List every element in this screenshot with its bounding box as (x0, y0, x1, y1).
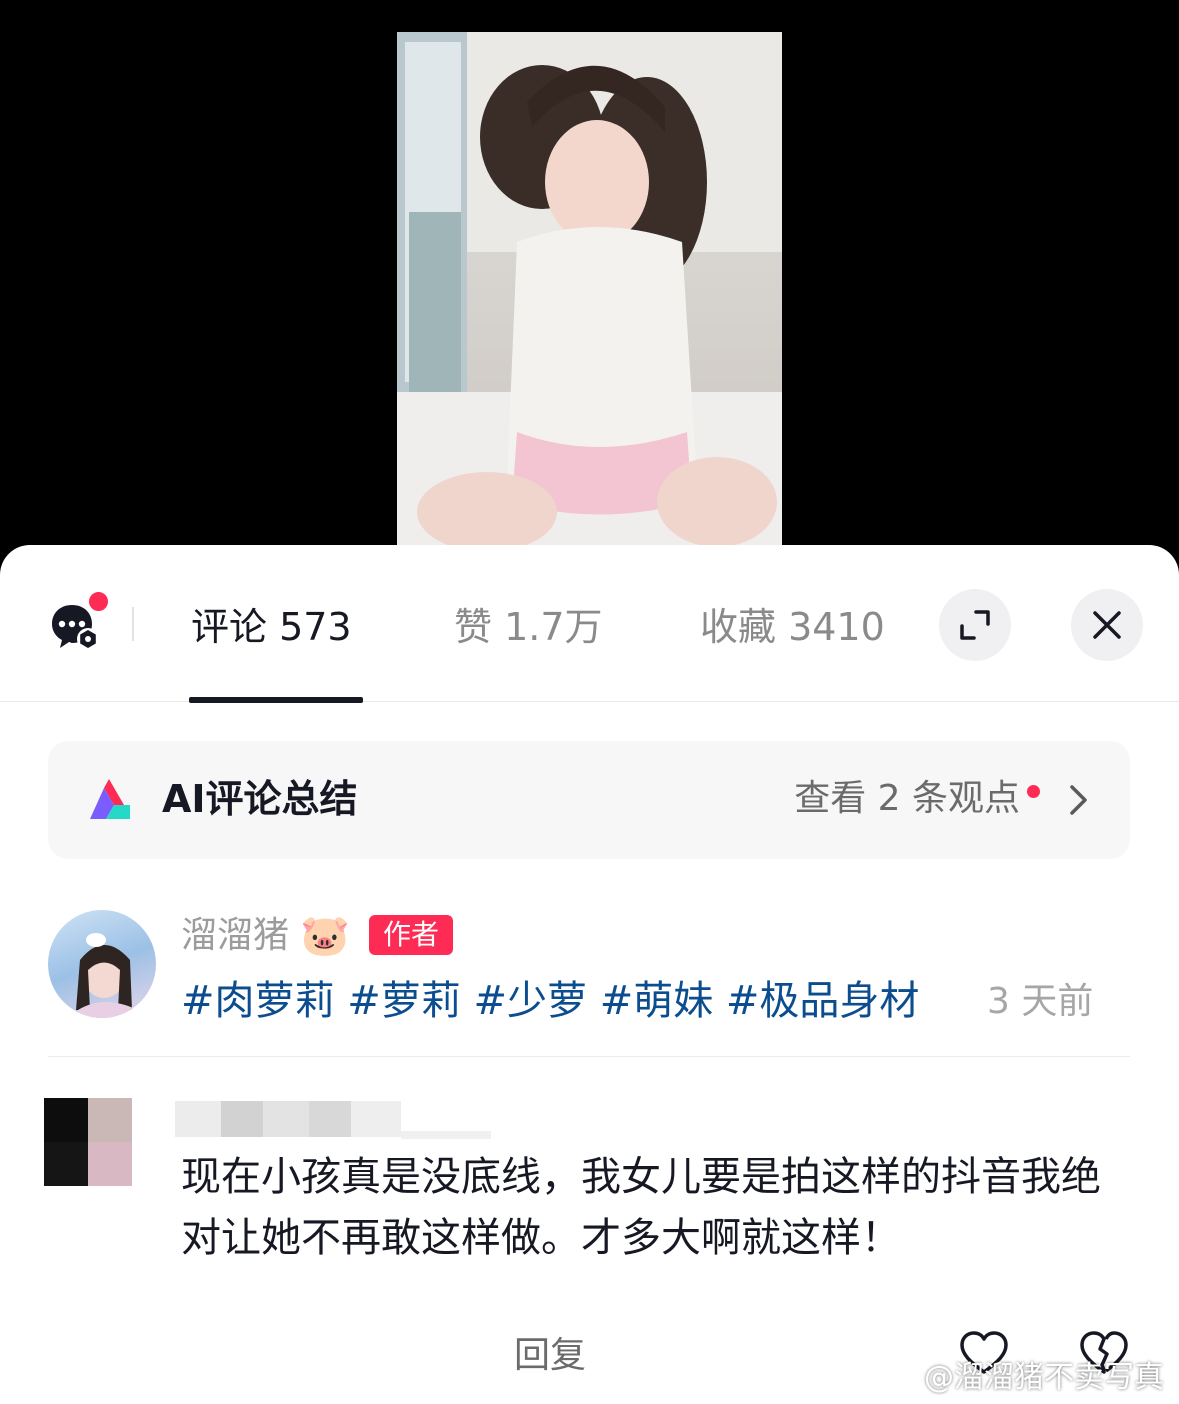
ai-summary-title: AI评论总结 (162, 777, 358, 821)
weibo-logo-icon (877, 1365, 918, 1397)
active-tab-indicator (189, 697, 363, 703)
author-avatar[interactable] (48, 910, 156, 1018)
post-timestamp: 3 天前 (987, 981, 1094, 1022)
watermark-text: @溜溜猪不卖写真 (924, 1360, 1164, 1395)
close-icon (1093, 611, 1121, 639)
notification-dot (87, 590, 110, 613)
view-opinions-link[interactable]: 查看 2 条观点 (794, 771, 1020, 827)
tab-favorites[interactable]: 收藏 3410 (700, 599, 885, 655)
author-name[interactable]: 溜溜猪 (181, 909, 289, 963)
tab-separator (132, 607, 134, 641)
author-badge: 作者 (369, 915, 454, 955)
new-dot (1027, 785, 1040, 798)
expand-icon (960, 610, 990, 640)
close-button[interactable] (1071, 589, 1143, 661)
commenter-avatar[interactable] (44, 1098, 132, 1186)
tab-comments[interactable]: 评论 573 (191, 599, 352, 655)
tab-likes[interactable]: 赞 1.7万 (454, 599, 603, 655)
hashtag-list[interactable]: #肉萝莉 #萝莉 #少萝 #萌妹 #极品身材 (181, 971, 919, 1031)
video-area (0, 0, 1179, 560)
chevron-right-icon (1070, 785, 1087, 815)
comment-sheet: 评论 573 赞 1.7万 收藏 3410 AI评论总结 查看 2 条观点 溜溜… (0, 545, 1179, 1404)
video-thumbnail[interactable] (397, 32, 782, 552)
ai-logo-icon (90, 779, 130, 819)
expand-button[interactable] (939, 589, 1011, 661)
divider (48, 1056, 1130, 1057)
reply-button[interactable]: 回复 (514, 1328, 586, 1384)
tab-bar: 评论 573 赞 1.7万 收藏 3410 (0, 545, 1179, 703)
commenter-name-blurred[interactable] (175, 1097, 495, 1141)
ai-summary-card[interactable]: AI评论总结 查看 2 条观点 (48, 741, 1130, 859)
comment-text: 现在小孩真是没底线，我女儿要是拍这样的抖音我绝对让她不再敢这样做。才多大啊就这样… (181, 1154, 1101, 1261)
pig-emoji-icon: 🐷 (300, 913, 350, 959)
